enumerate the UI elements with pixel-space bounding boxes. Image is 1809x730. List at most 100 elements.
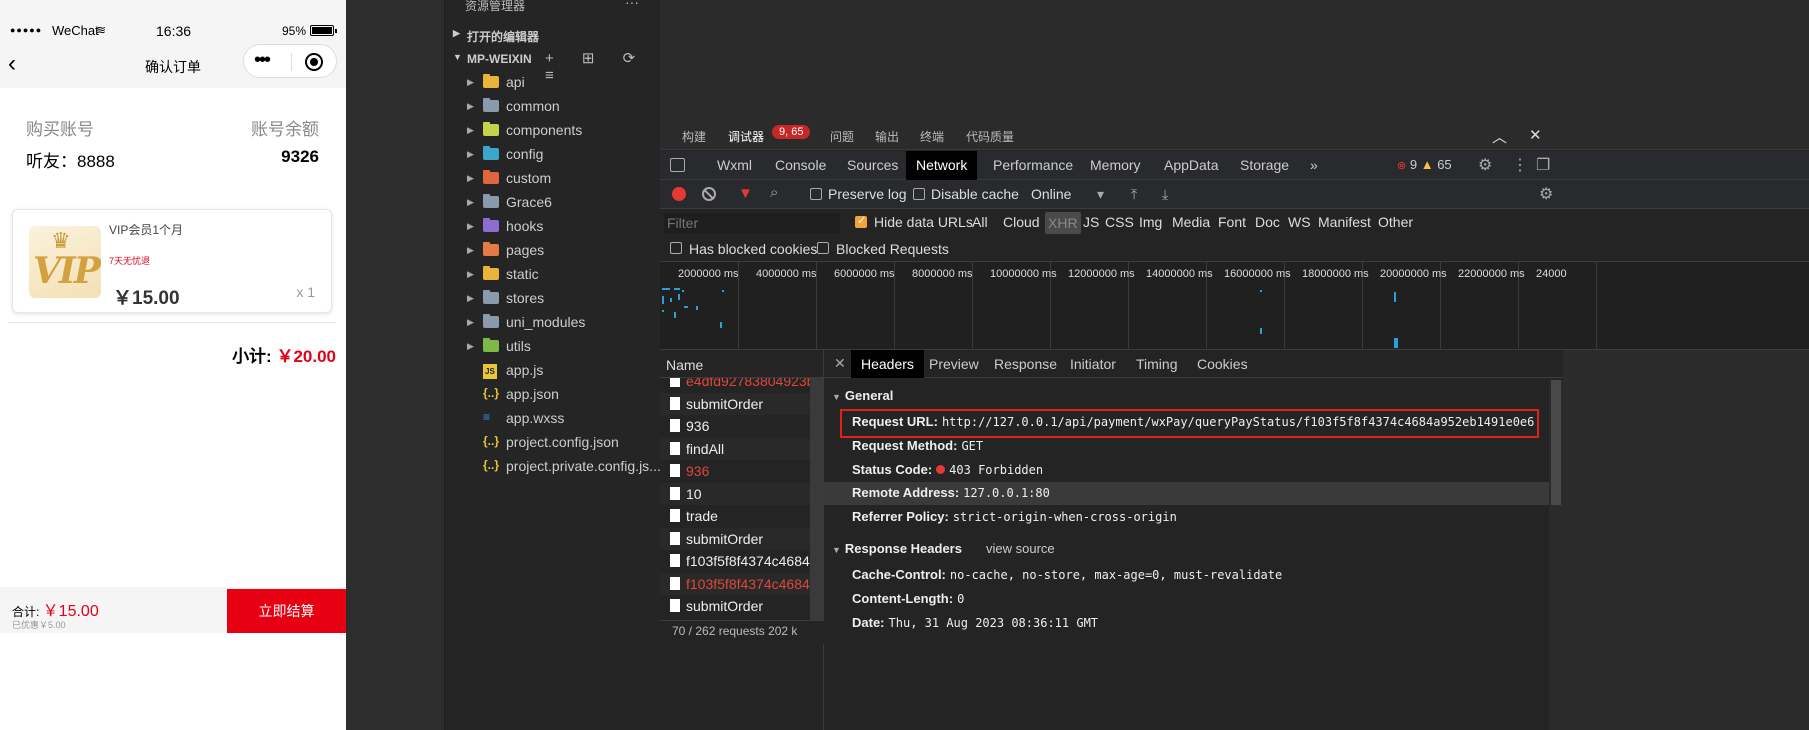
folder-item[interactable]: ▶ custom (445, 167, 661, 191)
blocked-requests-checkbox[interactable] (817, 242, 829, 254)
hide-data-urls-checkbox[interactable] (855, 214, 867, 228)
tab-performance[interactable]: Performance (983, 151, 1083, 180)
disable-cache-checkbox[interactable] (913, 188, 925, 200)
file-item[interactable]: {..} project.private.config.js... (445, 455, 661, 479)
request-row[interactable]: 936 (660, 460, 810, 482)
open-editors-section[interactable]: ▶ 打开的编辑器 (445, 24, 661, 46)
filter-all[interactable]: All (972, 214, 988, 230)
request-row[interactable]: trade (660, 505, 810, 527)
pay-now-button[interactable]: 立即结算 (227, 589, 346, 633)
filter-media[interactable]: Media (1172, 214, 1210, 230)
tab-debugger[interactable]: 调试器 (728, 128, 764, 145)
filter-funnel-icon[interactable]: ▼ (738, 185, 753, 202)
issue-counters[interactable]: ⊗ 9 ▲ 65 (1397, 157, 1452, 172)
filter-input[interactable] (664, 213, 840, 233)
filter-font[interactable]: Font (1218, 214, 1246, 230)
tab-response[interactable]: Response (984, 350, 1067, 378)
folder-item[interactable]: ▶ components (445, 119, 661, 143)
close-panel-icon[interactable]: ✕ (1529, 126, 1542, 144)
view-source-link[interactable]: view source (986, 541, 1055, 556)
explorer-more-icon[interactable]: ··· (625, 0, 639, 10)
tab-console[interactable]: Console (765, 151, 836, 180)
file-item[interactable]: JS app.js (445, 359, 661, 383)
blocked-row: Has blocked cookies Blocked Requests (660, 237, 1809, 262)
request-row[interactable]: f103f5f8f4374c4684a... (660, 550, 810, 572)
tab-output[interactable]: 输出 (875, 128, 899, 145)
request-row[interactable]: findAll (660, 437, 810, 460)
general-section[interactable]: ▼ General (832, 388, 893, 403)
request-row[interactable]: 936 (660, 415, 810, 437)
more-tabs-icon[interactable]: » (1300, 151, 1328, 180)
folder-item[interactable]: ▶ api (445, 71, 661, 95)
request-row[interactable]: submitOrder (660, 527, 810, 550)
request-row[interactable]: e4dfd92783804923b... (660, 378, 810, 392)
tab-sources[interactable]: Sources (837, 151, 908, 180)
inspect-element-icon[interactable] (670, 158, 685, 172)
tab-code-quality[interactable]: 代码质量 (966, 128, 1014, 145)
tab-build[interactable]: 构建 (682, 128, 706, 145)
kebab-menu-icon[interactable]: ⋮ (1512, 155, 1528, 175)
network-overview-timeline[interactable]: 2000000 ms 4000000 ms 6000000 ms 8000000 ms… (660, 262, 1809, 350)
folder-item[interactable]: ▶ Grace6 (445, 191, 661, 215)
filter-manifest[interactable]: Manifest (1318, 214, 1371, 230)
tab-preview[interactable]: Preview (919, 350, 989, 378)
file-item[interactable]: ≡ app.wxss (445, 407, 661, 431)
folder-item[interactable]: ▶ stores (445, 287, 661, 311)
folder-item[interactable]: ▶ hooks (445, 215, 661, 239)
request-method-key: Request Method: (852, 438, 958, 453)
clear-icon[interactable] (702, 187, 716, 201)
search-icon[interactable]: ⌕ (770, 184, 778, 201)
response-headers-section[interactable]: ▼ Response Headers (832, 541, 962, 556)
tab-headers[interactable]: Headers (851, 350, 924, 378)
filter-js[interactable]: JS (1083, 214, 1099, 230)
export-har-icon[interactable]: ⤓ (1162, 186, 1168, 203)
record-icon[interactable] (672, 187, 686, 201)
import-har-icon[interactable]: ⤒ (1131, 186, 1137, 203)
preserve-log-checkbox[interactable] (810, 188, 822, 200)
folder-item[interactable]: ▶ pages (445, 239, 661, 263)
throttle-arrow-icon[interactable]: ▾ (1097, 186, 1104, 203)
name-column-header[interactable]: Name (660, 350, 824, 378)
tab-terminal[interactable]: 终端 (920, 128, 944, 145)
close-target-icon[interactable] (305, 53, 323, 71)
file-item[interactable]: {..} app.json (445, 383, 661, 407)
has-blocked-cookies-checkbox[interactable] (670, 242, 682, 254)
tab-cookies[interactable]: Cookies (1187, 350, 1258, 378)
filter-xhr[interactable]: XHR (1045, 212, 1081, 234)
tab-memory[interactable]: Memory (1080, 151, 1151, 180)
detail-scrollbar[interactable] (1549, 380, 1563, 730)
folder-item[interactable]: ▶ config (445, 143, 661, 167)
collapse-panel-icon[interactable]: ︿ (1492, 126, 1507, 147)
filter-cloud[interactable]: Cloud (1003, 214, 1040, 230)
request-row[interactable]: f103f5f8f4374c4684a... (660, 572, 810, 595)
close-detail-icon[interactable]: ✕ (834, 355, 846, 372)
folder-item[interactable]: ▶ common (445, 95, 661, 119)
filter-ws[interactable]: WS (1288, 214, 1311, 230)
tab-initiator[interactable]: Initiator (1060, 350, 1126, 378)
error-icon: ⊗ (1397, 160, 1407, 172)
request-row[interactable]: submitOrder (660, 392, 810, 415)
folder-item[interactable]: ▶ utils (445, 335, 661, 359)
tab-timing[interactable]: Timing (1126, 350, 1188, 378)
filter-doc[interactable]: Doc (1255, 214, 1280, 230)
request-row[interactable]: submitOrder (660, 595, 810, 617)
product-card[interactable]: ♛ VIP VIP会员1个月 7天无忧退 ￥15.00 x 1 (12, 209, 332, 313)
dock-icon[interactable]: ❐ (1536, 155, 1550, 175)
folder-item[interactable]: ▶ static (445, 263, 661, 287)
filter-img[interactable]: Img (1139, 214, 1162, 230)
tab-problems[interactable]: 问题 (830, 128, 854, 145)
filter-css[interactable]: CSS (1105, 214, 1134, 230)
tab-storage[interactable]: Storage (1230, 151, 1299, 180)
settings-gear-icon[interactable]: ⚙ (1478, 155, 1492, 175)
request-row[interactable]: 10 (660, 482, 810, 505)
throttle-select[interactable]: Online (1031, 186, 1071, 202)
filter-other[interactable]: Other (1378, 214, 1413, 230)
tab-network[interactable]: Network (906, 151, 978, 180)
file-item[interactable]: {..} project.config.json (445, 431, 661, 455)
request-list-scrollbar[interactable] (810, 378, 823, 620)
tab-appdata[interactable]: AppData (1154, 151, 1228, 180)
folder-item[interactable]: ▶ uni_modules (445, 311, 661, 335)
tab-wxml[interactable]: Wxml (707, 151, 762, 180)
more-icon[interactable]: ••• (254, 49, 271, 72)
network-settings-icon[interactable]: ⚙ (1539, 184, 1553, 204)
